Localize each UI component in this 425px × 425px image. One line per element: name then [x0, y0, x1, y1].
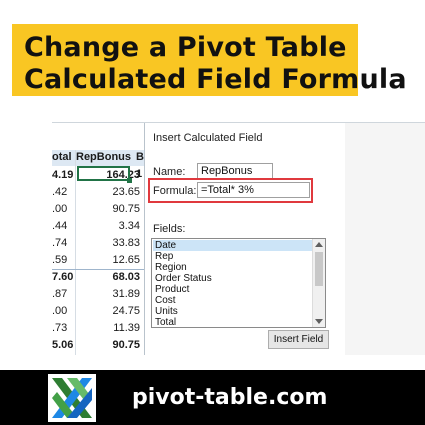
fields-label: Fields: [153, 223, 186, 235]
total-cell[interactable]: .00 [52, 203, 67, 215]
insert-field-button[interactable]: Insert Field [268, 330, 329, 349]
site-name: pivot-table.com [132, 385, 328, 410]
fields-scrollbar[interactable] [312, 239, 325, 327]
pivot-sheet: otal RepBonus B 4.19 164.23.42 23.65.00 90.… [52, 123, 144, 355]
field-list-item[interactable]: Units [153, 306, 315, 317]
pivot-table-logo-icon [48, 374, 96, 422]
scroll-thumb[interactable] [315, 252, 323, 286]
table-row: .59 12.65 [52, 252, 144, 270]
header-repbonus: RepBonus [76, 151, 131, 163]
field-list-item[interactable]: Date [153, 240, 315, 251]
total-cell[interactable]: .59 [52, 254, 67, 266]
total-cell[interactable]: 4.19 [52, 169, 73, 181]
table-row: 7.60 68.03 [52, 269, 144, 286]
repbonus-cell[interactable]: 12.65 [112, 254, 140, 266]
header-total: otal [52, 151, 72, 163]
field-list-item[interactable]: Product [153, 284, 315, 295]
total-cell[interactable]: .44 [52, 220, 67, 232]
field-list-item[interactable]: Rep [153, 251, 315, 262]
header-next-col: B [136, 151, 144, 163]
repbonus-cell[interactable]: 90.75 [112, 203, 140, 215]
total-cell[interactable]: 5.06 [52, 339, 73, 351]
pivot-header-row: otal RepBonus B [52, 150, 144, 166]
field-list-item[interactable]: Total [153, 317, 315, 327]
scroll-up-icon[interactable] [315, 242, 323, 247]
insert-calculated-field-dialog: Insert Calculated Field Name: RepBonus F… [144, 123, 425, 355]
table-row: .42 23.65 [52, 184, 144, 201]
repbonus-cell[interactable]: 11.39 [113, 322, 140, 334]
repbonus-cell[interactable]: 23.65 [112, 186, 140, 198]
fill-handle[interactable] [127, 178, 132, 183]
footer-bar: pivot-table.com [0, 370, 425, 425]
repbonus-cell[interactable]: 68.03 [112, 271, 140, 283]
dialog-title: Insert Calculated Field [153, 132, 263, 144]
total-cell[interactable]: .42 [52, 186, 67, 198]
table-row: .74 33.83 [52, 235, 144, 252]
next-col-value: 1 [136, 168, 143, 180]
active-cell[interactable] [77, 166, 130, 181]
field-list-item[interactable]: Region [153, 262, 315, 273]
scroll-down-icon[interactable] [315, 319, 323, 324]
table-row: .00 90.75 [52, 201, 144, 218]
table-row: .44 3.34 [52, 218, 144, 235]
field-list-item[interactable]: Order Status [153, 273, 315, 284]
total-cell[interactable]: .73 [52, 322, 67, 334]
table-row: 5.06 90.75 [52, 337, 144, 354]
table-row: .73 11.39 [52, 320, 144, 337]
title-banner: Change a Pivot Table Calculated Field Fo… [12, 24, 407, 96]
screenshot-area: otal RepBonus B 4.19 164.23.42 23.65.00 90.… [52, 122, 425, 355]
table-row: .00 24.75 [52, 303, 144, 320]
total-cell[interactable]: 7.60 [52, 271, 73, 283]
repbonus-cell[interactable]: 90.75 [112, 339, 140, 351]
total-cell[interactable]: .00 [52, 305, 67, 317]
table-row: .87 31.89 [52, 286, 144, 303]
title-line-2: Calculated Field Formula [24, 64, 407, 95]
repbonus-cell[interactable]: 3.34 [119, 220, 140, 232]
dialog-right-panel [345, 123, 425, 355]
name-field[interactable]: RepBonus [197, 163, 273, 179]
name-label: Name: [153, 166, 186, 178]
title-line-1: Change a Pivot Table [24, 32, 347, 63]
total-cell[interactable]: .87 [52, 288, 67, 300]
fields-list[interactable]: Date Rep Region Order Status Product Cost Unit… [151, 238, 326, 328]
formula-highlight-box [148, 178, 313, 203]
repbonus-cell[interactable]: 33.83 [112, 237, 140, 249]
total-cell[interactable]: .74 [52, 237, 67, 249]
field-list-item[interactable]: Cost [153, 295, 315, 306]
repbonus-cell[interactable]: 31.89 [112, 288, 140, 300]
repbonus-cell[interactable]: 24.75 [112, 305, 140, 317]
